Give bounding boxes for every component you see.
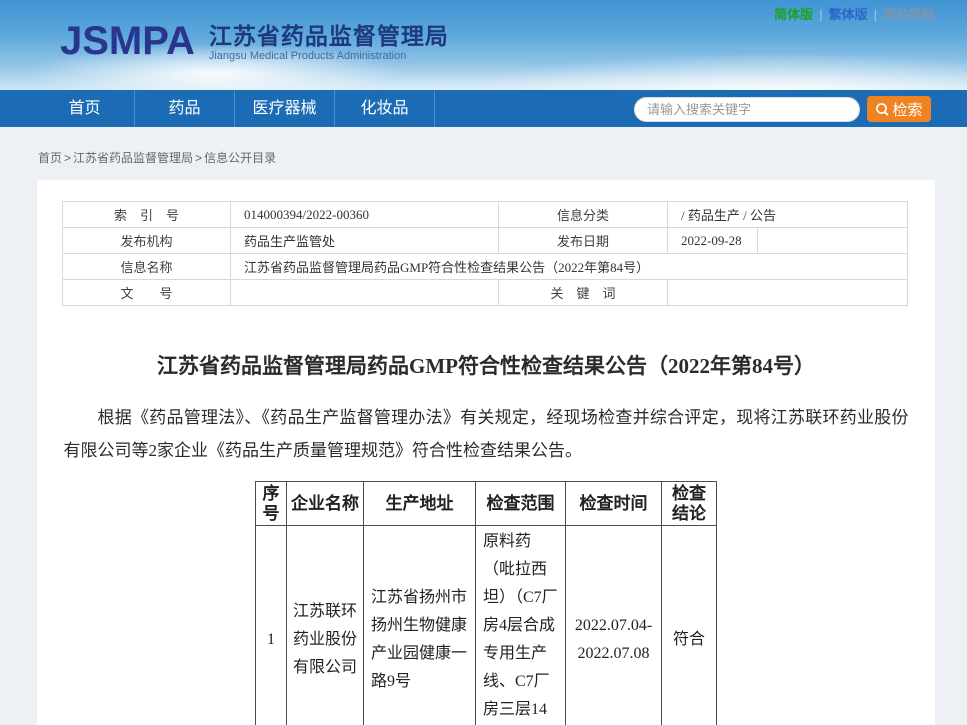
meta-value-agency: 药品生产监管处 [231, 228, 499, 254]
site-header: 简体版 | 繁体版 | 网站导航 JSMPA 江苏省药品监督管理局 Jiangsu Me… [0, 0, 967, 90]
col-header-no: 序号 [256, 482, 287, 526]
breadcrumb-current: 信息公开目录 [204, 151, 276, 165]
meta-label-agency: 发布机构 [63, 228, 231, 254]
search-button-label: 检索 [892, 99, 922, 120]
meta-value-category: / 药品生产 / 公告 [668, 202, 908, 228]
logo-title-zh: 江苏省药品监督管理局 [209, 23, 449, 49]
main-nav: 首页 药品 医疗器械 化妆品 检索 [0, 90, 967, 127]
cell-time: 2022.07.04-2022.07.08 [566, 526, 662, 725]
logo-title-en: Jiangsu Medical Products Administration [209, 49, 449, 63]
col-header-conclusion: 检查结论 [662, 482, 717, 526]
page: 简体版 | 繁体版 | 网站导航 JSMPA 江苏省药品监督管理局 Jiangsu Me… [0, 0, 967, 725]
search-bar: 检索 [634, 96, 931, 122]
meta-value-name: 江苏省药品监督管理局药品GMP符合性检查结果公告（2022年第84号） [231, 254, 908, 280]
meta-value-docnum [231, 280, 499, 306]
col-header-scope: 检查范围 [476, 482, 566, 526]
cell-conclusion: 符合 [662, 526, 717, 725]
nav-item-medical-devices[interactable]: 医疗器械 [235, 90, 335, 127]
breadcrumb-separator: > [195, 151, 202, 165]
topbar-link-sitenav[interactable]: 网站导航 [883, 7, 935, 22]
meta-label-category: 信息分类 [499, 202, 668, 228]
cell-no: 1 [256, 526, 287, 725]
topbar-separator: | [874, 7, 877, 22]
meta-label-docnum: 文 号 [63, 280, 231, 306]
search-input[interactable] [634, 97, 860, 122]
topbar-link-traditional[interactable]: 繁体版 [829, 7, 868, 22]
meta-value-date: 2022-09-28 [668, 228, 758, 254]
content-panel: 索 引 号 014000394/2022-00360 信息分类 / 药品生产 /… [37, 180, 935, 725]
topbar-link-simplified[interactable]: 简体版 [774, 7, 813, 22]
meta-label-date: 发布日期 [499, 228, 668, 254]
search-button[interactable]: 检索 [867, 96, 931, 122]
page-title: 江苏省药品监督管理局药品GMP符合性检查结果公告（2022年第84号） [37, 350, 935, 380]
nav-item-drugs[interactable]: 药品 [135, 90, 235, 127]
col-header-company: 企业名称 [287, 482, 364, 526]
topbar: 简体版 | 繁体版 | 网站导航 [774, 4, 935, 23]
meta-value-keywords [668, 280, 908, 306]
col-header-time: 检查时间 [566, 482, 662, 526]
results-header-row: 序号 企业名称 生产地址 检查范围 检查时间 检查结论 [256, 482, 717, 526]
table-row: 1 江苏联环药业股份有限公司 江苏省扬州市扬州生物健康产业园健康一路9号 原料药… [256, 526, 717, 725]
cell-scope: 原料药（吡拉西坦）（C7厂房4层合成专用生产线、C7厂房三层14号精烘包） [476, 526, 566, 725]
col-header-address: 生产地址 [364, 482, 476, 526]
topbar-separator: | [819, 7, 822, 22]
nav-item-home[interactable]: 首页 [35, 90, 135, 127]
breadcrumb: 首页>江苏省药品监督管理局>信息公开目录 [0, 127, 967, 180]
meta-value-date-extra [758, 228, 908, 254]
breadcrumb-link-admin[interactable]: 江苏省药品监督管理局 [73, 151, 193, 165]
article-paragraph: 根据《药品管理法》、《药品生产监督管理办法》有关规定，经现场检查并综合评定，现将… [64, 401, 909, 467]
meta-table: 索 引 号 014000394/2022-00360 信息分类 / 药品生产 /… [62, 201, 908, 306]
search-icon [875, 102, 890, 117]
meta-label-index: 索 引 号 [63, 202, 231, 228]
cell-address: 江苏省扬州市扬州生物健康产业园健康一路9号 [364, 526, 476, 725]
meta-label-keywords: 关 键 词 [499, 280, 668, 306]
nav-item-cosmetics[interactable]: 化妆品 [335, 90, 435, 127]
cell-company: 江苏联环药业股份有限公司 [287, 526, 364, 725]
meta-value-index: 014000394/2022-00360 [231, 202, 499, 228]
jsmpa-logo: JSMPA 江苏省药品监督管理局 Jiangsu Medical Product… [60, 20, 449, 63]
breadcrumb-link-home[interactable]: 首页 [38, 151, 62, 165]
results-table: 序号 企业名称 生产地址 检查范围 检查时间 检查结论 1 江苏联环药业股份有限… [255, 481, 717, 725]
logo-acronym: JSMPA [60, 20, 195, 62]
breadcrumb-separator: > [64, 151, 71, 165]
meta-label-name: 信息名称 [63, 254, 231, 280]
